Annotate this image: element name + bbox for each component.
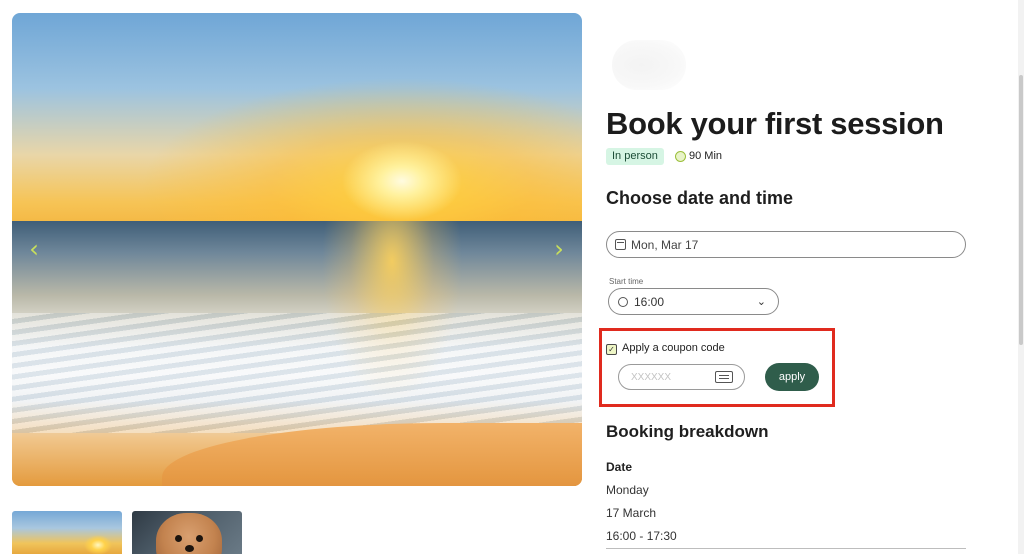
foam-layer	[12, 313, 582, 433]
gallery-thumbnail-beach[interactable]	[12, 511, 122, 554]
apply-coupon-button[interactable]: apply	[765, 363, 819, 391]
brand-logo	[612, 40, 686, 90]
breakdown-date: 17 March	[606, 506, 657, 520]
session-duration: 90 Min	[675, 149, 722, 164]
start-time-label: Start time	[609, 277, 644, 286]
ticket-icon	[715, 371, 733, 383]
dog-nose	[185, 545, 194, 552]
gallery-thumbnail-dog[interactable]	[132, 511, 242, 554]
scrollbar-thumb[interactable]	[1019, 75, 1023, 345]
dog-eye	[175, 535, 182, 542]
coupon-checkbox-label[interactable]: Apply a coupon code	[622, 342, 725, 354]
booking-breakdown-title: Booking breakdown	[606, 422, 769, 441]
breakdown-date-label: Date	[606, 460, 633, 474]
clock-icon	[675, 151, 686, 162]
chevron-right-icon[interactable]: ›	[547, 237, 571, 261]
divider	[606, 548, 966, 549]
session-type-badge: In person	[606, 148, 664, 165]
dog-image	[156, 513, 222, 554]
chevron-down-icon: ⌄	[756, 295, 766, 308]
breakdown-day: Monday	[606, 483, 649, 497]
dog-eye	[196, 535, 203, 542]
calendar-icon	[615, 239, 626, 250]
start-time-select[interactable]: 16:00 ⌄	[608, 288, 779, 315]
date-value: Mon, Mar 17	[631, 237, 699, 252]
coupon-checkbox[interactable]: ✓	[606, 344, 617, 355]
gallery-main-image	[12, 13, 582, 486]
clock-icon	[618, 296, 628, 307]
breakdown-time-range: 16:00 - 17:30	[606, 529, 677, 543]
choose-date-title: Choose date and time	[606, 188, 794, 208]
start-time-value: 16:00	[634, 294, 665, 309]
chevron-left-icon[interactable]: ‹	[22, 237, 46, 261]
page-title: Book your first session	[606, 106, 944, 141]
date-picker-field[interactable]: Mon, Mar 17	[606, 231, 966, 258]
duration-text: 90 Min	[689, 150, 723, 162]
